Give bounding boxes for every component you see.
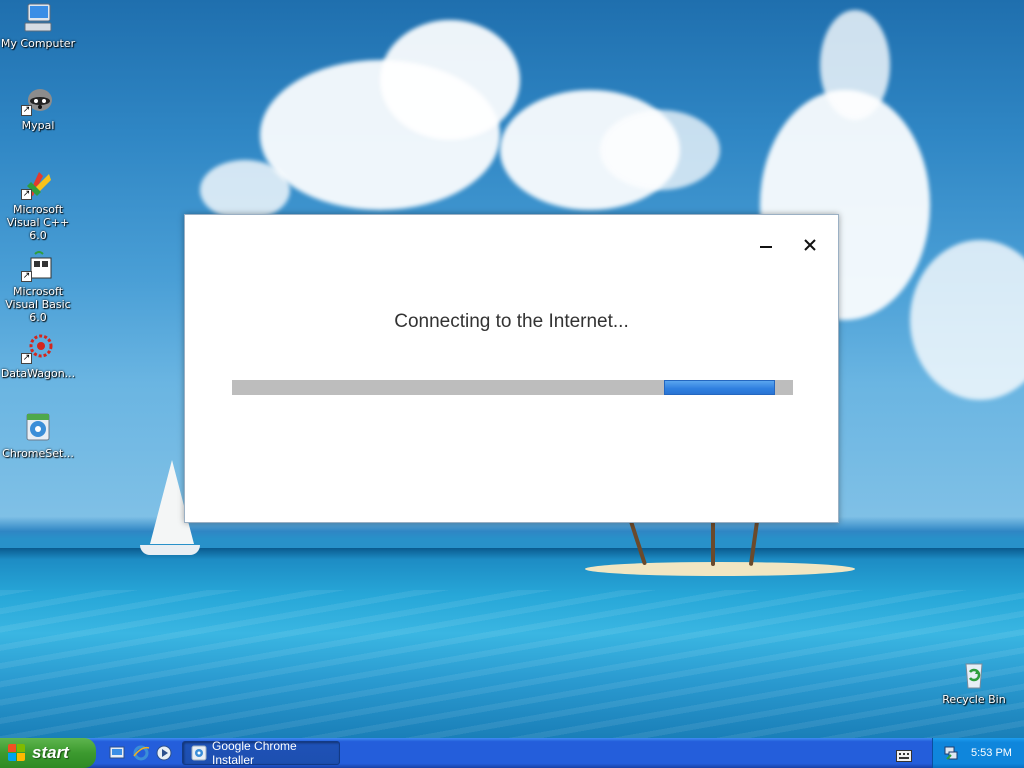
- wallpaper-cloud: [200, 160, 290, 220]
- show-desktop-icon[interactable]: [108, 744, 126, 762]
- installer-progress-bar: [232, 380, 793, 395]
- wallpaper-cloud: [600, 110, 720, 190]
- desktop-icon-label: ChromeSet...: [2, 447, 74, 460]
- network-icon[interactable]: [943, 745, 959, 761]
- start-button[interactable]: start: [0, 738, 96, 768]
- media-player-icon[interactable]: [155, 744, 173, 762]
- desktop-icon-my-computer[interactable]: My Computer: [0, 2, 76, 50]
- shortcut-arrow-icon: ↗: [21, 271, 32, 282]
- shortcut-arrow-icon: ↗: [21, 105, 32, 116]
- my-computer-icon: [21, 2, 55, 34]
- visual-basic-icon: ↗: [21, 250, 55, 282]
- shortcut-arrow-icon: ↗: [21, 353, 32, 364]
- chrome-installer-icon: [191, 745, 207, 761]
- taskbar: start Google Chrome Installer 5:53 PM: [0, 738, 1024, 768]
- recycle-bin-icon: [957, 658, 991, 690]
- datawagon-icon: ↗: [21, 332, 55, 364]
- installer-status-text: Connecting to the Internet...: [394, 311, 629, 332]
- wallpaper-palm: [711, 520, 715, 566]
- desktop-icon-visual-basic[interactable]: ↗ Microsoft Visual Basic 6.0: [0, 250, 76, 324]
- close-icon: [803, 237, 817, 256]
- desktop-icon-label: Mypal: [21, 119, 55, 132]
- wallpaper-sailboat-hull: [140, 545, 200, 555]
- taskbar-item-label: Google Chrome Installer: [212, 739, 297, 767]
- wallpaper-cloud: [820, 10, 890, 120]
- desktop-icon-visual-cpp[interactable]: ↗ Microsoft Visual C++ 6.0: [0, 168, 76, 242]
- chrome-installer-window[interactable]: Connecting to the Internet...: [184, 214, 839, 523]
- system-tray: 5:53 PM: [932, 738, 1024, 768]
- minimize-icon: [759, 237, 773, 256]
- visual-cpp-icon: ↗: [21, 168, 55, 200]
- desktop-icon-chrome-setup[interactable]: ChromeSet...: [0, 412, 76, 460]
- desktop-icon-datawagon[interactable]: ↗ DataWagon...: [0, 332, 76, 380]
- minimize-button[interactable]: [751, 233, 781, 259]
- desktop-icon-label: Microsoft Visual C++ 6.0: [6, 203, 70, 242]
- wallpaper-cloud: [380, 20, 520, 140]
- wallpaper-cloud: [910, 240, 1024, 400]
- shortcut-arrow-icon: ↗: [21, 189, 32, 200]
- desktop-icon-label: DataWagon...: [0, 367, 76, 380]
- windows-flag-icon: [8, 744, 26, 762]
- desktop-icon-label: Microsoft Visual Basic 6.0: [5, 285, 71, 324]
- wallpaper-island: [585, 562, 855, 576]
- desktop-icon-mypal[interactable]: ↗ Mypal: [0, 84, 76, 132]
- keyboard-icon[interactable]: [896, 747, 912, 762]
- mypal-raccoon-icon: ↗: [21, 84, 55, 116]
- desktop-icon-label: Recycle Bin: [942, 693, 1006, 706]
- clock[interactable]: 5:53 PM: [971, 747, 1012, 759]
- desktop-icon-label: My Computer: [0, 37, 76, 50]
- taskbar-item-chrome-installer[interactable]: Google Chrome Installer: [182, 739, 340, 767]
- progress-indeterminate-segment: [664, 380, 775, 395]
- chrome-setup-icon: [21, 412, 55, 444]
- internet-explorer-icon[interactable]: [132, 744, 150, 762]
- wallpaper-sea-glint: [0, 590, 1024, 738]
- desktop-icon-recycle-bin[interactable]: Recycle Bin: [936, 658, 1012, 706]
- start-label: start: [32, 743, 69, 762]
- close-button[interactable]: [795, 233, 825, 259]
